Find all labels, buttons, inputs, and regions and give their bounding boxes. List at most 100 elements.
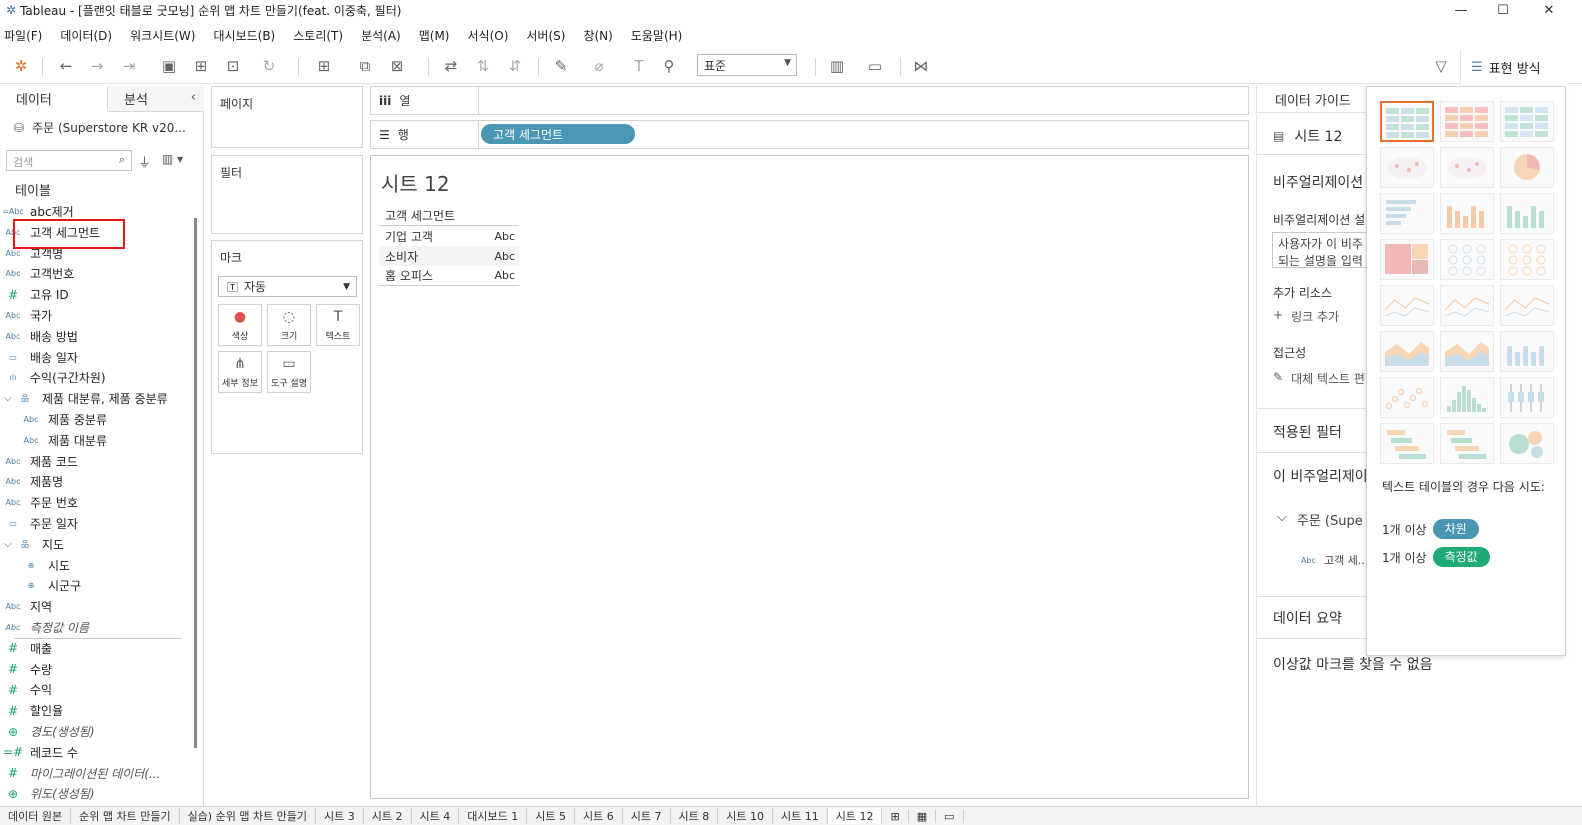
chart-type-highlight-table[interactable] bbox=[1500, 101, 1554, 142]
chart-type-histogram[interactable] bbox=[1440, 377, 1494, 418]
chart-type-circle-view[interactable] bbox=[1440, 239, 1494, 280]
show-cards-icon[interactable]: ▥ bbox=[826, 55, 848, 77]
menu-window[interactable]: 창(N) bbox=[583, 27, 612, 44]
minimize-icon[interactable]: — bbox=[1438, 0, 1484, 20]
sheet-tab[interactable]: 시트 7 bbox=[623, 808, 671, 824]
alt-text-button[interactable]: ✎ 대체 텍스트 편 bbox=[1273, 370, 1367, 387]
undo-icon[interactable]: ← bbox=[55, 55, 77, 77]
field-item[interactable]: Abc 제품 대분류 bbox=[18, 430, 108, 451]
field-item[interactable]: ⊕ 시도 bbox=[18, 555, 70, 576]
filters-card[interactable]: 필터 bbox=[211, 155, 363, 234]
duplicate-sheet-icon[interactable]: ⧉ bbox=[354, 55, 376, 77]
save-icon[interactable]: ▣ bbox=[158, 55, 180, 77]
new-worksheet-icon[interactable]: ⊞ bbox=[313, 55, 335, 77]
chevron-down-icon[interactable]: ⌵ bbox=[4, 393, 12, 404]
text-button[interactable]: T 텍스트 bbox=[316, 304, 360, 346]
format-paint-icon[interactable]: ▽ bbox=[1430, 55, 1452, 77]
sheet-tab[interactable]: 시트 12 bbox=[827, 808, 883, 824]
datasource-item[interactable]: ⛁ 주문 (Superstore KR v20... bbox=[14, 119, 186, 136]
chart-type-side-by-side-bars[interactable] bbox=[1500, 193, 1554, 234]
sheet-tab[interactable]: 순위 맵 차트 만들기 bbox=[71, 808, 180, 824]
field-item[interactable]: # 고유 ID bbox=[0, 284, 69, 305]
sheet-tab[interactable]: 시트 5 bbox=[527, 808, 576, 824]
menu-story[interactable]: 스토리(T) bbox=[293, 27, 343, 44]
sheet-tab[interactable]: 시트 4 bbox=[412, 808, 460, 824]
datasource-tab[interactable]: 데이터 원본 bbox=[0, 808, 72, 824]
chart-type-heat-map[interactable] bbox=[1440, 101, 1494, 142]
chart-type-dual-combination[interactable] bbox=[1500, 331, 1554, 372]
field-item[interactable]: # 수량 bbox=[0, 659, 52, 680]
fit-select[interactable]: 표준 ▼ bbox=[697, 54, 797, 76]
table-header[interactable]: 고객 세그먼트 bbox=[379, 206, 519, 226]
tooltip-button[interactable]: ▭ 도구 설명 bbox=[267, 351, 311, 393]
field-item[interactable]: Abc 제품 중분류 bbox=[18, 409, 108, 430]
field-item[interactable]: # 마이그레이션된 데이터(... bbox=[0, 763, 160, 784]
sheet-tab[interactable]: 시트 8 bbox=[671, 808, 719, 824]
rows-pill[interactable]: 고객 세그먼트 bbox=[481, 124, 635, 144]
field-item[interactable]: # 할인율 bbox=[0, 700, 63, 721]
columns-shelf[interactable]: iii 열 bbox=[370, 86, 1249, 115]
color-button[interactable]: ● 색상 bbox=[218, 304, 262, 346]
pin-icon[interactable]: ⚲ bbox=[658, 55, 680, 77]
chevron-down-icon[interactable]: ⌵ bbox=[4, 539, 12, 550]
menu-worksheet[interactable]: 워크시트(W) bbox=[130, 27, 195, 44]
menu-analysis[interactable]: 분석(A) bbox=[361, 27, 401, 44]
sheet-tab[interactable]: 실습) 순위 맵 차트 만들기 bbox=[180, 808, 317, 824]
sheet-tab[interactable]: 시트 10 bbox=[718, 808, 774, 824]
clear-sheet-icon[interactable]: ⊠ bbox=[386, 55, 408, 77]
collapse-icon[interactable]: ‹ bbox=[191, 90, 196, 105]
menu-file[interactable]: 파일(F) bbox=[4, 27, 42, 44]
field-item[interactable]: ▭ 주문 일자 bbox=[0, 513, 78, 534]
new-datasource-icon[interactable]: ⊞ bbox=[190, 55, 212, 77]
add-link-button[interactable]: + 링크 추가 bbox=[1273, 308, 1339, 325]
new-dashboard-icon[interactable]: ▦ bbox=[909, 809, 937, 823]
refresh-icon[interactable]: ↻ bbox=[258, 55, 280, 77]
tab-data[interactable]: 데이터 bbox=[0, 86, 108, 112]
field-item[interactable]: Abc 지역 bbox=[0, 596, 53, 617]
show-me-button[interactable]: ☰ 표현 방식 bbox=[1460, 50, 1568, 84]
search-input[interactable]: 검색 ⌕ bbox=[6, 150, 132, 171]
source-item[interactable]: ⌵ 주문 (Supe bbox=[1277, 510, 1363, 529]
sort-desc-icon[interactable]: ⇵ bbox=[504, 55, 526, 77]
source-field-item[interactable]: Abc 고객 세... bbox=[1301, 552, 1368, 568]
field-item[interactable]: ⊕ 시군구 bbox=[18, 575, 81, 596]
filter-icon[interactable]: ⏚ bbox=[138, 152, 151, 171]
share-icon[interactable]: ⋈ bbox=[910, 55, 932, 77]
chart-type-packed-bubbles[interactable] bbox=[1500, 423, 1554, 464]
field-item[interactable]: Abc 국가 bbox=[0, 305, 53, 326]
chart-type-line-discrete[interactable] bbox=[1440, 285, 1494, 326]
scrollbar[interactable] bbox=[194, 218, 197, 748]
field-item[interactable]: Abc 제품 코드 bbox=[0, 451, 78, 472]
menu-server[interactable]: 서버(S) bbox=[526, 27, 565, 44]
description-input[interactable]: 사용자가 이 비주 되는 설명을 입력 bbox=[1272, 232, 1372, 268]
labels-icon[interactable]: T bbox=[628, 55, 650, 77]
tableau-home-icon[interactable]: ✲ bbox=[10, 55, 32, 77]
sheet-tab[interactable]: 시트 2 bbox=[364, 808, 412, 824]
redo-icon[interactable]: → bbox=[86, 55, 108, 77]
field-item[interactable]: =# 레코드 수 bbox=[0, 742, 78, 763]
chart-type-treemap[interactable] bbox=[1380, 239, 1434, 280]
field-item[interactable]: ⊕ 경도(생성됨) bbox=[0, 721, 95, 742]
sheet-tab[interactable]: 대시보드 1 bbox=[459, 808, 528, 824]
menu-data[interactable]: 데이터(D) bbox=[60, 27, 112, 44]
field-item[interactable]: Abc 측정값 이름 bbox=[0, 617, 90, 638]
maximize-icon[interactable]: ☐ bbox=[1480, 0, 1526, 20]
menu-map[interactable]: 맵(M) bbox=[419, 27, 450, 44]
table-row[interactable]: 홈 오피스 Abc bbox=[379, 266, 519, 286]
field-item[interactable]: ⌵ 品 제품 대분류, 제품 중분류 bbox=[0, 388, 168, 409]
chart-type-gantt-chart[interactable] bbox=[1380, 423, 1434, 464]
close-icon[interactable]: ✕ bbox=[1526, 0, 1572, 20]
chart-type-text-table[interactable] bbox=[1380, 101, 1434, 142]
swap-icon[interactable]: ⇄ bbox=[440, 55, 462, 77]
mark-type-select[interactable]: 🅃 자동 ▼ bbox=[218, 276, 357, 297]
pause-update-icon[interactable]: ⊡ bbox=[222, 55, 244, 77]
field-item[interactable]: Abc 제품명 bbox=[0, 471, 64, 492]
chart-type-symbol-map[interactable] bbox=[1380, 147, 1434, 188]
new-story-icon[interactable]: ▭ bbox=[936, 809, 964, 823]
field-item[interactable]: Abc 고객번호 bbox=[0, 263, 75, 284]
sheet-tab[interactable]: 시트 11 bbox=[773, 808, 828, 824]
presentation-icon[interactable]: ▭ bbox=[864, 55, 886, 77]
pages-card[interactable]: 페이지 bbox=[211, 86, 363, 148]
menu-help[interactable]: 도움말(H) bbox=[631, 27, 683, 44]
chart-type-pie-chart[interactable] bbox=[1500, 147, 1554, 188]
